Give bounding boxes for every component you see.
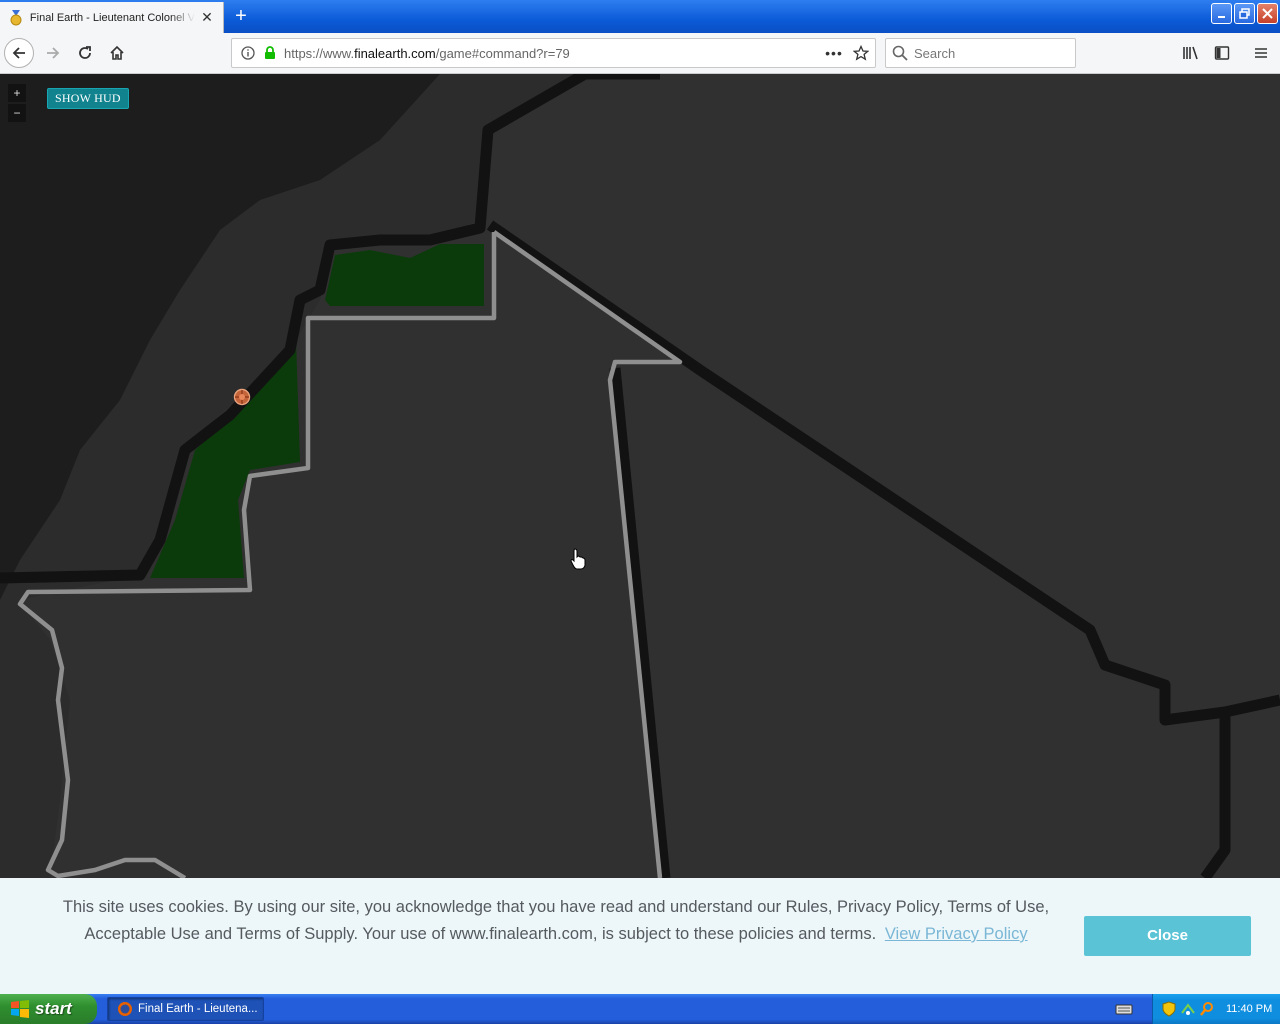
unit-marker-icon[interactable]: [233, 388, 251, 406]
lock-icon[interactable]: [260, 46, 280, 60]
home-button[interactable]: [102, 38, 132, 68]
restore-window-button[interactable]: [1234, 3, 1255, 24]
keyboard-icon[interactable]: [1115, 1001, 1133, 1017]
privacy-policy-link[interactable]: View Privacy Policy: [885, 925, 1028, 943]
search-icon: [892, 45, 908, 61]
close-window-button[interactable]: [1257, 3, 1278, 24]
system-tray: 11:40 PM: [1152, 994, 1280, 1024]
address-bar[interactable]: https://www.finalearth.com/game#command?…: [231, 38, 876, 68]
arrow-left-icon: [12, 47, 25, 59]
start-label: start: [35, 999, 72, 1018]
url-text: https://www.finalearth.com/game#command?…: [284, 45, 570, 61]
map-canvas[interactable]: [0, 74, 1280, 878]
navigation-bar: https://www.finalearth.com/game#command?…: [0, 33, 1280, 74]
info-icon[interactable]: [236, 46, 260, 60]
zoom-out-button[interactable]: −: [8, 104, 26, 122]
medal-favicon-icon: [8, 9, 24, 26]
minimize-window-button[interactable]: [1211, 3, 1232, 24]
browser-tab-strip: Final Earth - Lieutenant Colonel Vi ✕ +: [0, 0, 1280, 33]
start-button[interactable]: start: [0, 994, 97, 1024]
hand-cursor-icon: [570, 548, 586, 570]
search-bar[interactable]: [885, 38, 1076, 68]
taskbar-item-final-earth[interactable]: Final Earth - Lieutena...: [107, 997, 264, 1021]
sidebar-button[interactable]: [1207, 38, 1237, 68]
game-map[interactable]: + − SHOW HUD: [0, 74, 1280, 878]
cookie-banner: This site uses cookies. By using our sit…: [0, 878, 1280, 994]
home-icon: [110, 45, 124, 60]
menu-button[interactable]: [1246, 38, 1276, 68]
page-actions-icon[interactable]: •••: [821, 45, 847, 61]
search-input[interactable]: [914, 45, 1064, 61]
taskbar-item-label: Final Earth - Lieutena...: [138, 1003, 258, 1015]
hamburger-menu-icon: [1255, 48, 1267, 58]
browser-tab[interactable]: Final Earth - Lieutenant Colonel Vi ✕: [0, 2, 224, 33]
cookie-message: This site uses cookies. By using our sit…: [40, 894, 1072, 948]
sidebar-icon: [1214, 46, 1230, 60]
arrow-right-icon: [47, 47, 60, 59]
library-icon: [1183, 46, 1198, 60]
zoom-in-button[interactable]: +: [8, 84, 26, 102]
tab-title: Final Earth - Lieutenant Colonel Vi: [29, 11, 196, 24]
bookmark-star-icon[interactable]: [847, 45, 875, 61]
library-button[interactable]: [1176, 38, 1206, 68]
security-shield-icon[interactable]: [1161, 1001, 1177, 1017]
show-hud-button[interactable]: SHOW HUD: [47, 88, 129, 109]
new-tab-icon[interactable]: +: [230, 6, 252, 28]
cookie-close-button[interactable]: Close: [1084, 916, 1251, 956]
taskbar: start Final Earth - Lieutena... 11:40 PM: [0, 994, 1280, 1024]
clock: 11:40 PM: [1226, 1003, 1273, 1015]
close-tab-icon[interactable]: ✕: [199, 9, 215, 26]
network-icon[interactable]: [1180, 1001, 1196, 1017]
reload-icon: [79, 46, 91, 59]
firefox-icon: [118, 1002, 132, 1016]
windows-logo-icon: [11, 1000, 29, 1018]
search-tray-icon[interactable]: [1199, 1001, 1215, 1017]
zoom-controls: + −: [8, 84, 26, 124]
forward-button[interactable]: [38, 38, 68, 68]
reload-button[interactable]: [70, 38, 100, 68]
back-button[interactable]: [4, 38, 34, 68]
